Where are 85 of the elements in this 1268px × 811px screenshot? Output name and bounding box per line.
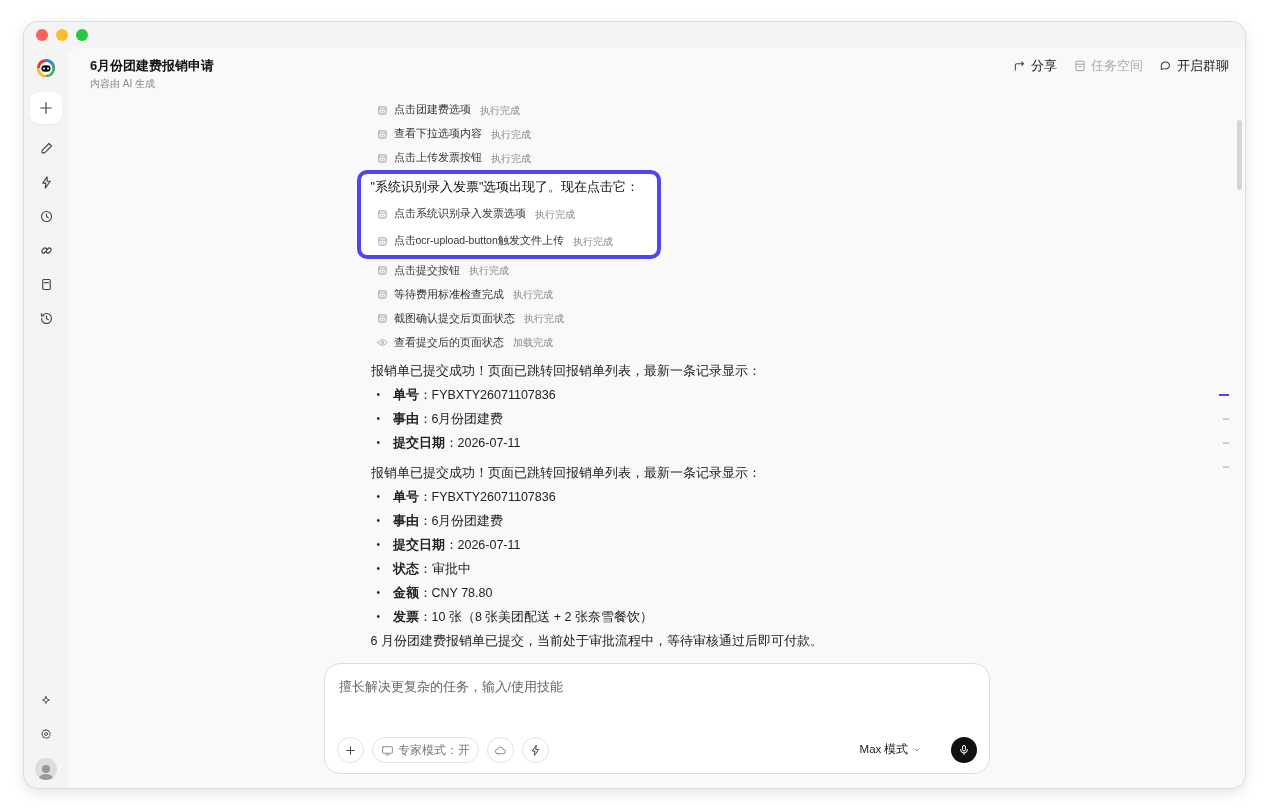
message-text: 报销单已提交成功！页面已跳转回报销单列表，最新一条记录显示： [370, 362, 762, 380]
browser-window-icon [376, 128, 388, 140]
bullet-mark: • [376, 561, 381, 576]
step-status: 执行完成 [479, 103, 520, 118]
zoom-button[interactable] [76, 29, 88, 41]
step-heading: "系统识别录入发票"选项出现了。现在点击它： [370, 179, 640, 196]
bullet-mark: • [376, 411, 381, 426]
section-marker[interactable] [1223, 418, 1229, 420]
header-action[interactable]: 分享 [1013, 56, 1057, 76]
share-icon [1013, 59, 1027, 73]
browser-window-icon [376, 208, 388, 220]
step-status: 执行完成 [490, 127, 531, 142]
list-item: 单号：FYBXTY26071107836 [392, 386, 556, 404]
bullet-mark: • [376, 609, 381, 624]
cloud-icon [493, 743, 507, 757]
list-item: 提交日期：2026-07-11 [392, 536, 521, 554]
skills-button[interactable] [521, 737, 549, 763]
microphone-icon [957, 744, 970, 756]
message-input[interactable]: 擅长解决更复杂的任务，输入/使用技能 [336, 676, 977, 699]
chat-bubble-icon [1159, 59, 1173, 73]
step-text: 查看下拉选项内容 [393, 126, 482, 142]
bullet-mark: • [376, 387, 381, 402]
section-marker[interactable] [1223, 442, 1229, 444]
avatar[interactable] [35, 758, 57, 780]
browser-window-icon [376, 104, 388, 116]
section-marker[interactable] [1223, 466, 1229, 468]
browser-window-icon [376, 152, 388, 164]
step-text: 等待费用标准检查完成 [393, 286, 504, 302]
new-chat-button[interactable] [30, 92, 62, 124]
step-text: 点击上传发票按钮 [393, 150, 482, 166]
list-item: 事由：6月份团建费 [392, 410, 504, 428]
ai-notice: 内容由 AI 生成 [90, 76, 156, 91]
pencil-icon[interactable] [38, 140, 54, 156]
bullet-mark: • [376, 489, 381, 504]
browser-window-icon [376, 265, 388, 277]
list-item: 金额：CNY 78.80 [392, 584, 493, 602]
step-text: 点击提交按钮 [393, 262, 460, 278]
browser-window-icon [376, 313, 388, 325]
mode-dropdown[interactable]: Max 模式 [853, 740, 927, 760]
step-status: 执行完成 [523, 312, 564, 327]
bullet-mark: • [376, 537, 381, 552]
close-button[interactable] [36, 29, 48, 41]
attach-button[interactable] [336, 737, 364, 763]
step-text: 查看提交后的页面状态 [393, 334, 504, 350]
bullet-mark: • [376, 585, 381, 600]
logo-icon [36, 57, 56, 79]
eye-icon [376, 337, 388, 349]
settings-icon[interactable] [40, 728, 52, 740]
bullet-mark: • [376, 435, 381, 450]
plus-icon [343, 743, 357, 757]
step-text: 点击团建费选项 [393, 102, 471, 118]
archive-icon [1073, 59, 1087, 73]
browser-window-icon [376, 289, 388, 301]
step-status: 执行完成 [572, 234, 613, 249]
section-marker[interactable] [1219, 394, 1229, 396]
browser-window-icon [376, 235, 388, 247]
summary-text: 6 月份团建费报销单已提交，当前处于审批流程中，等待审核通过后即可付款。 [370, 632, 824, 650]
step-status: 加载完成 [512, 336, 553, 351]
list-item: 状态：审批中 [392, 560, 471, 578]
history-icon[interactable] [38, 310, 54, 326]
step-status: 执行完成 [534, 207, 575, 222]
expert-mode-toggle[interactable]: 专家模式：开 [371, 737, 479, 763]
microphone-button[interactable] [950, 737, 977, 763]
step-status: 执行完成 [468, 264, 509, 279]
monitor-icon [380, 743, 394, 757]
window-title: 6月份团建费报销申请 [90, 57, 215, 75]
header-action: 任务空间 [1073, 56, 1143, 76]
list-item: 发票：10 张（8 张美团配送 + 2 张奈雪餐饮） [392, 608, 653, 626]
bullet-mark: • [376, 513, 381, 528]
list-item: 单号：FYBXTY26071107836 [392, 488, 556, 506]
step-text: 截图确认提交后页面状态 [393, 310, 515, 326]
step-status: 执行完成 [512, 288, 553, 303]
plus-icon [38, 100, 54, 116]
step-text: 点击系统识别录入发票选项 [393, 206, 526, 222]
header-action[interactable]: 开启群聊 [1159, 56, 1229, 76]
sparkle-icon[interactable] [40, 694, 52, 706]
scrollbar-thumb[interactable] [1237, 120, 1242, 190]
message-text: 报销单已提交成功！页面已跳转回报销单列表，最新一条记录显示： [370, 464, 762, 482]
cloud-button[interactable] [486, 737, 514, 763]
chevron-down-icon [912, 746, 921, 754]
step-text: 点击ocr-upload-button触发文件上传 [393, 233, 564, 249]
list-item: 事由：6月份团建费 [392, 512, 504, 530]
step-status: 执行完成 [490, 151, 531, 166]
list-item: 提交日期：2026-07-11 [392, 434, 521, 452]
clock-icon[interactable] [38, 208, 54, 224]
